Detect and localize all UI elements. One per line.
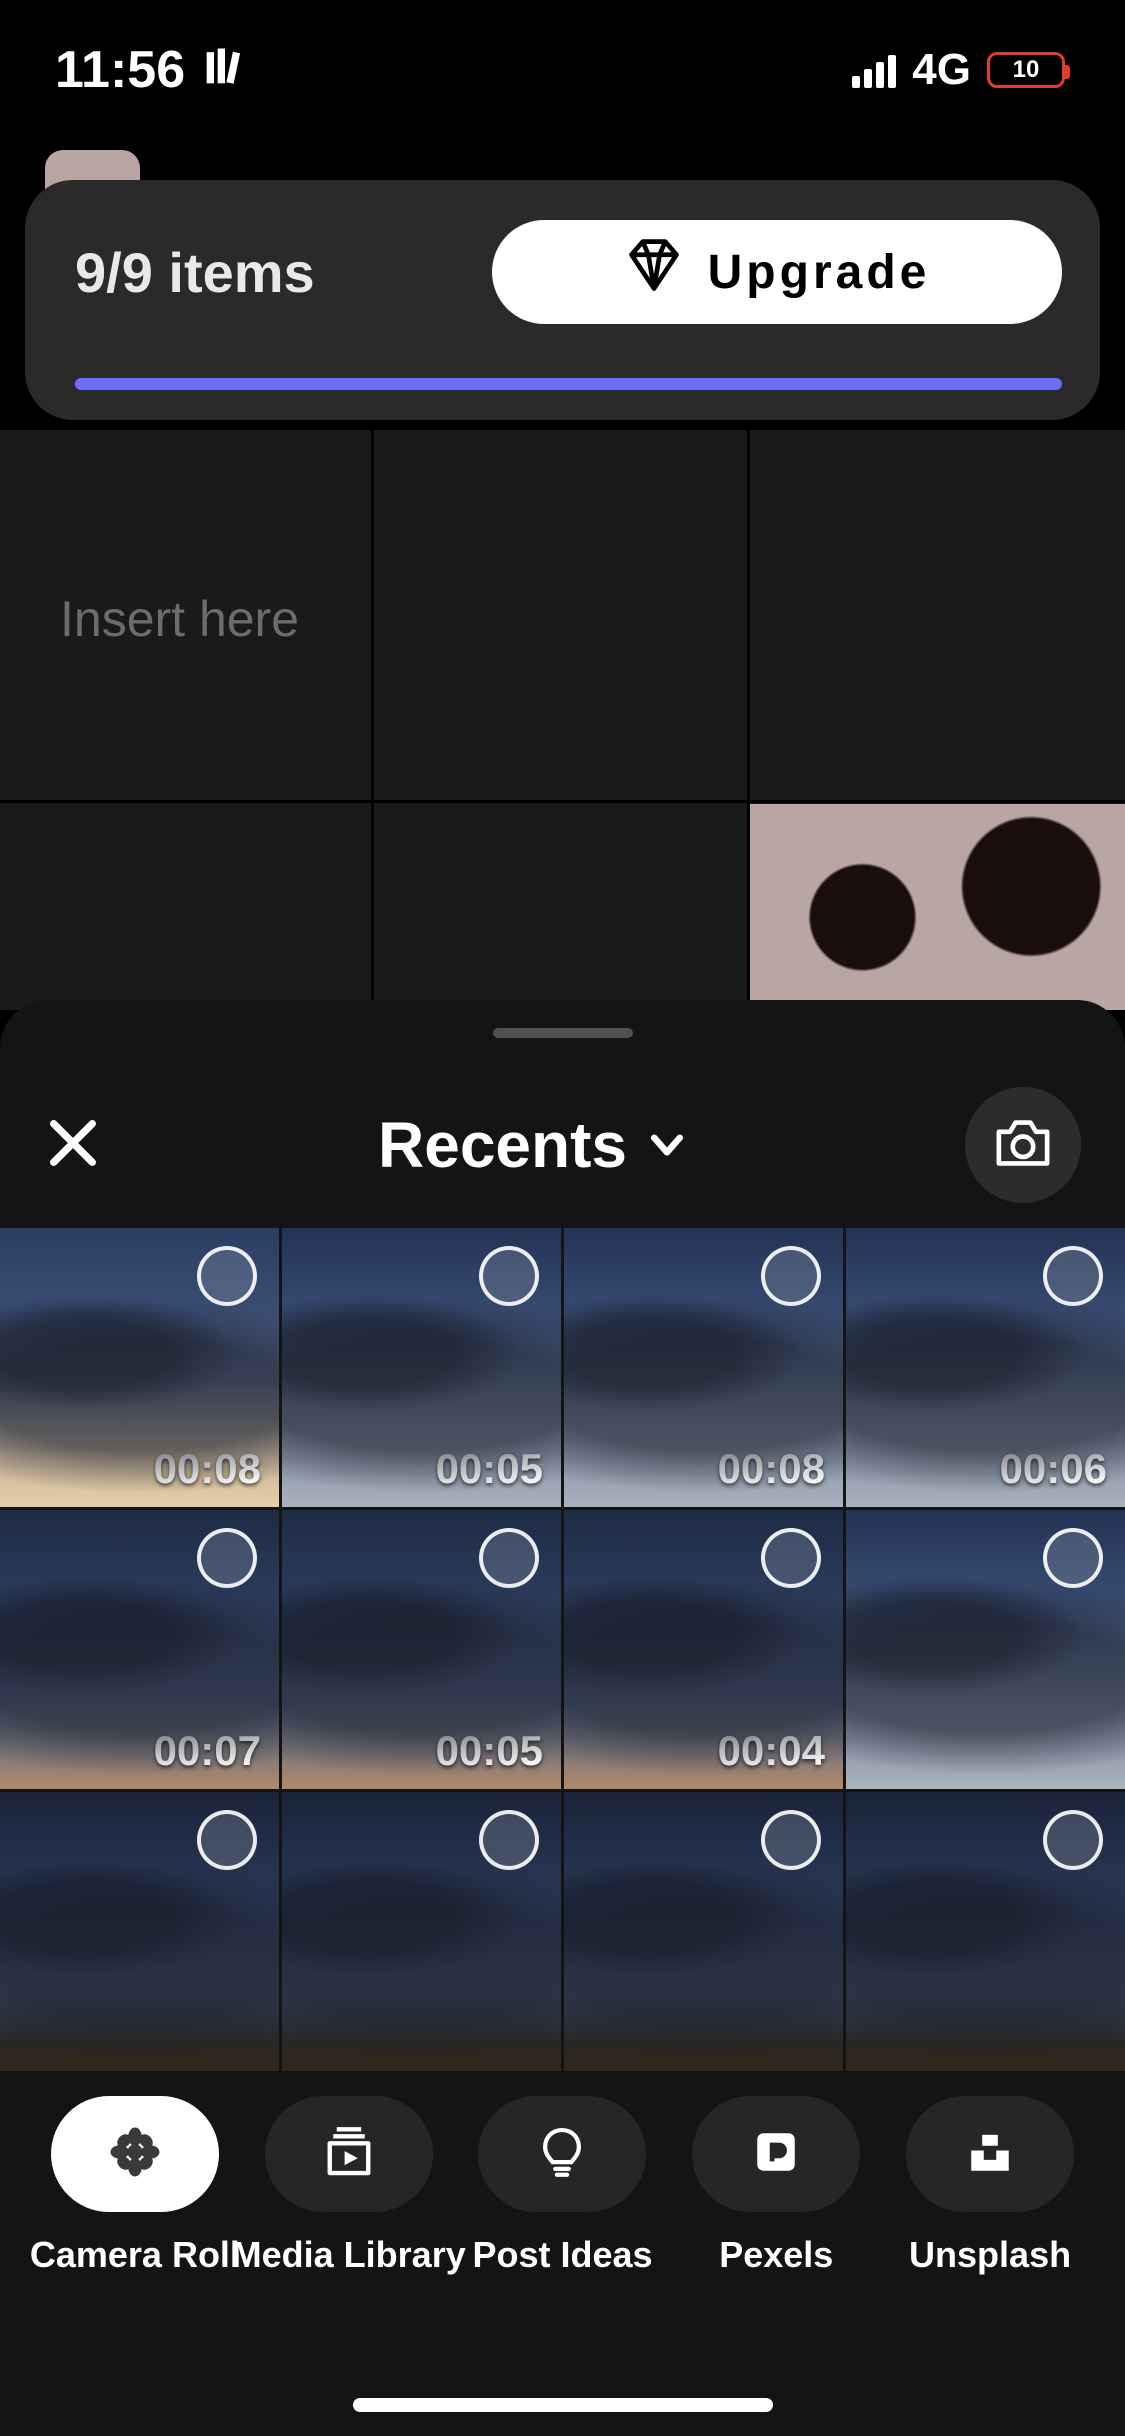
open-camera-button[interactable]	[965, 1087, 1081, 1203]
source-label: Unsplash	[909, 2234, 1071, 2276]
media-thumbnail[interactable]	[564, 1792, 843, 2071]
selection-indicator[interactable]	[761, 1810, 821, 1870]
sheet-header: Recents	[0, 1090, 1125, 1200]
selection-indicator[interactable]	[761, 1528, 821, 1588]
media-library-icon	[321, 2124, 377, 2185]
media-thumbnail[interactable]: 00:08	[564, 1228, 843, 1507]
video-duration: 00:07	[154, 1727, 261, 1775]
diamond-icon	[624, 236, 684, 308]
video-duration: 00:04	[718, 1727, 825, 1775]
selection-indicator[interactable]	[1043, 1810, 1103, 1870]
source-unsplash[interactable]: Unsplash	[890, 2096, 1090, 2276]
video-duration: 00:05	[436, 1727, 543, 1775]
media-thumbnail[interactable]: 00:05	[282, 1228, 561, 1507]
album-title: Recents	[378, 1108, 627, 1182]
media-thumbnail[interactable]: 00:05	[282, 1510, 561, 1789]
selection-indicator[interactable]	[197, 1246, 257, 1306]
media-thumbnail[interactable]: 00:04	[564, 1510, 843, 1789]
grid-line	[371, 430, 374, 1010]
selection-indicator[interactable]	[479, 1246, 539, 1306]
lightbulb-icon	[535, 2125, 589, 2184]
source-label: Media Library	[232, 2234, 466, 2276]
source-label: Post Ideas	[472, 2234, 652, 2276]
insert-placeholder: Insert here	[60, 590, 299, 648]
selection-indicator[interactable]	[1043, 1246, 1103, 1306]
album-dropdown[interactable]: Recents	[378, 1108, 689, 1182]
selection-indicator[interactable]	[197, 1810, 257, 1870]
media-thumbnail[interactable]: 00:06	[846, 1228, 1125, 1507]
sheet-grabber[interactable]	[493, 1028, 633, 1038]
source-pill	[51, 2096, 219, 2212]
source-tabs: Camera Roll Media Library	[0, 2096, 1125, 2326]
source-label: Camera Roll	[30, 2234, 240, 2276]
video-duration: 00:05	[436, 1445, 543, 1493]
chevron-down-icon	[645, 1108, 689, 1182]
selection-indicator[interactable]	[761, 1246, 821, 1306]
pexels-icon	[751, 2127, 801, 2182]
selection-indicator[interactable]	[479, 1528, 539, 1588]
media-thumbnail[interactable]	[282, 1792, 561, 2071]
home-indicator[interactable]	[353, 2398, 773, 2412]
selection-indicator[interactable]	[1043, 1528, 1103, 1588]
source-label: Pexels	[719, 2234, 833, 2276]
source-pexels[interactable]: Pexels	[676, 2096, 876, 2276]
upgrade-button[interactable]: Upgrade	[492, 220, 1062, 324]
selection-indicator[interactable]	[197, 1528, 257, 1588]
media-thumbnail[interactable]	[0, 1792, 279, 2071]
library-icon	[203, 40, 247, 100]
cellular-icon	[852, 52, 896, 88]
post-canvas[interactable]: Insert here	[0, 430, 1125, 1010]
status-time: 11:56	[55, 40, 185, 100]
items-progress-bar	[75, 378, 1062, 390]
grid-line	[0, 800, 1125, 803]
video-duration: 00:06	[1000, 1445, 1107, 1493]
source-pill	[906, 2096, 1074, 2212]
camera-icon	[993, 1117, 1053, 1174]
network-type: 4G	[912, 45, 971, 95]
selection-indicator[interactable]	[479, 1810, 539, 1870]
media-grid: 00:08 00:05 00:08 00:06 00:07 00:05 00:04	[0, 1228, 1125, 2071]
battery-percent: 10	[1013, 56, 1040, 84]
existing-post-thumbnail[interactable]	[750, 804, 1125, 1010]
status-bar: 11:56 4G 10	[0, 0, 1125, 110]
media-thumbnail[interactable]	[846, 1510, 1125, 1789]
media-thumbnail[interactable]	[846, 1792, 1125, 2071]
upgrade-button-label: Upgrade	[708, 245, 931, 300]
battery-icon: 10	[987, 52, 1065, 88]
source-post-ideas[interactable]: Post Ideas	[462, 2096, 662, 2276]
items-count: 9/9 items	[75, 240, 315, 305]
source-media-library[interactable]: Media Library	[249, 2096, 449, 2276]
media-thumbnail[interactable]: 00:07	[0, 1510, 279, 1789]
status-left: 11:56	[55, 40, 247, 100]
source-pill	[478, 2096, 646, 2212]
close-button[interactable]	[44, 1114, 102, 1177]
source-pill	[692, 2096, 860, 2212]
source-pill	[265, 2096, 433, 2212]
media-picker-sheet: Recents 00:0800:0500:0800:0600:0700:0500…	[0, 1000, 1125, 2436]
unsplash-icon	[965, 2127, 1015, 2182]
media-thumbnail[interactable]: 00:08	[0, 1228, 279, 1507]
video-duration: 00:08	[154, 1445, 261, 1493]
source-camera-roll[interactable]: Camera Roll	[35, 2096, 235, 2276]
video-duration: 00:08	[718, 1445, 825, 1493]
upgrade-banner: 9/9 items Upgrade	[25, 180, 1100, 420]
status-right: 4G 10	[852, 45, 1065, 95]
flower-icon	[108, 2125, 162, 2184]
